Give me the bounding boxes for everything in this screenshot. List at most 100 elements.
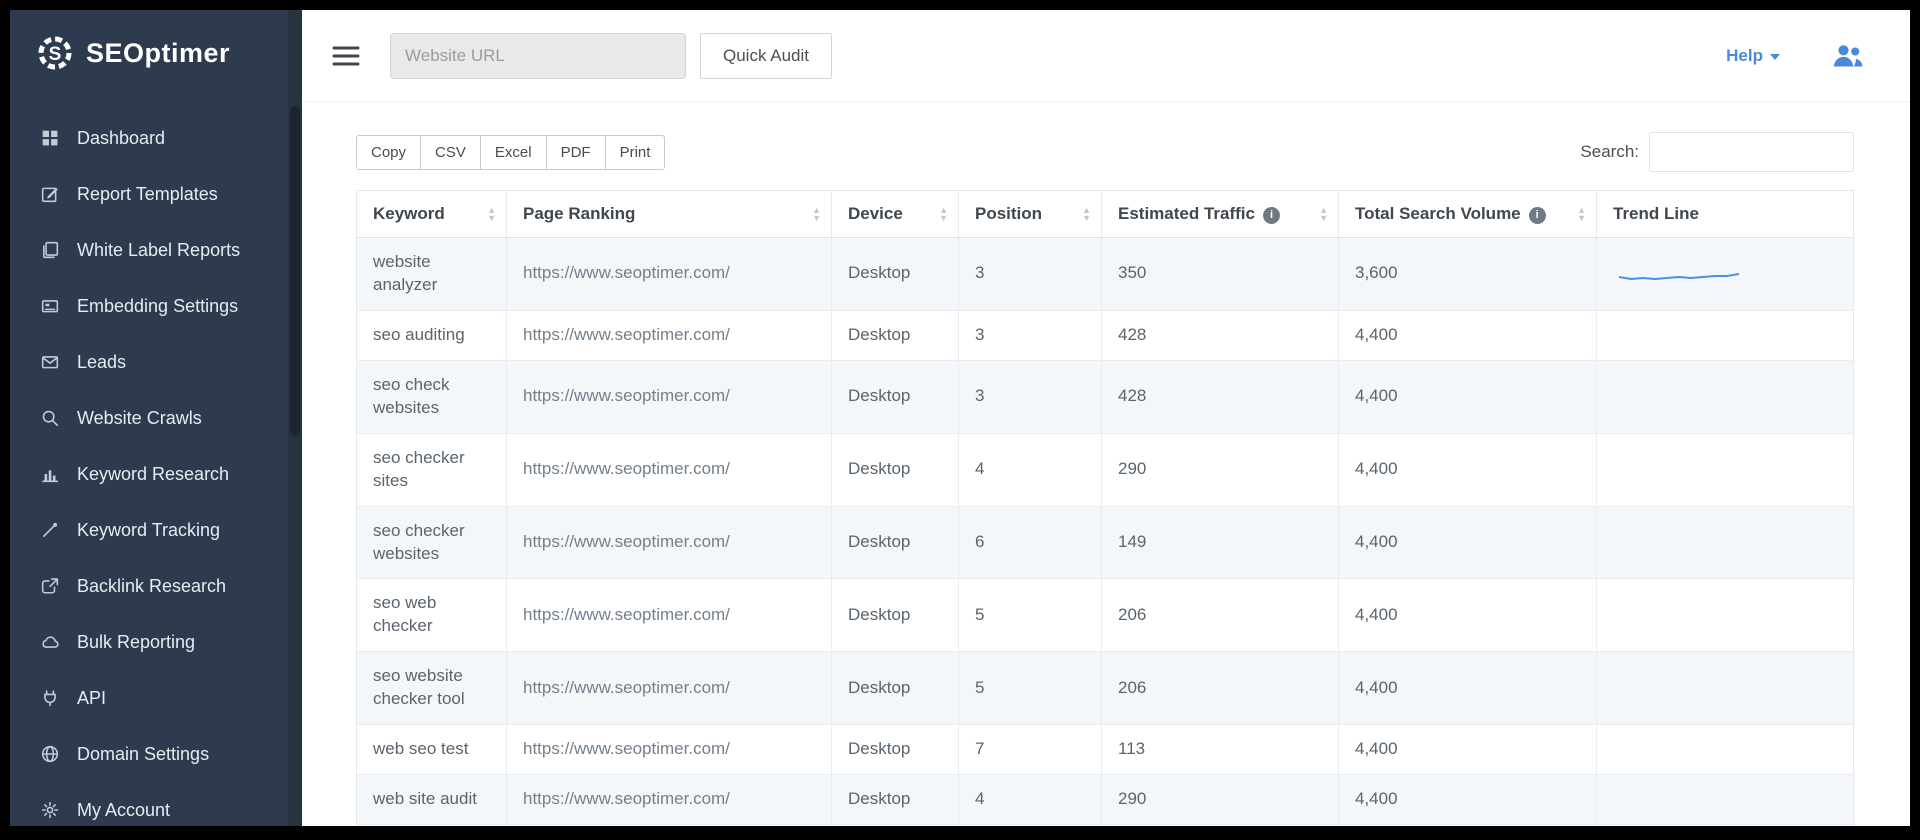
cell-position: 3 [959,238,1102,311]
cell-position: 5 [959,579,1102,652]
sidebar-item-white-label-reports[interactable]: White Label Reports [10,222,288,278]
sidebar-item-label: Domain Settings [77,744,209,765]
sidebar-item-label: My Account [77,800,170,821]
sidebar-item-website-crawls[interactable]: Website Crawls [10,390,288,446]
chevron-down-icon [1770,54,1780,60]
cell-trend-line [1597,310,1854,360]
cell-trend-line [1597,360,1854,433]
sidebar-item-domain-settings[interactable]: Domain Settings [10,726,288,782]
column-header-total-search-volume[interactable]: Total Search Volumei▲▼ [1339,191,1597,238]
sidebar-item-my-account[interactable]: My Account [10,782,288,826]
table-header-row: Keyword▲▼Page Ranking▲▼Device▲▼Position▲… [357,191,1854,238]
screen-frame: S SEOptimer Dashboard Report Templates Whi… [0,0,1920,840]
cell-total-search-volume: 4,400 [1339,775,1597,825]
sidebar-item-bulk-reporting[interactable]: Bulk Reporting [10,614,288,670]
table-row: web seo testhttps://www.seoptimer.com/De… [357,725,1854,775]
sidebar-item-report-templates[interactable]: Report Templates [10,166,288,222]
cell-device: Desktop [832,310,959,360]
cell-keyword: seo checker websites [357,506,507,579]
column-header-estimated-traffic[interactable]: Estimated Traffici▲▼ [1102,191,1339,238]
cell-keyword: website auditing [357,825,507,826]
column-header-trend-line: Trend Line [1597,191,1854,238]
sidebar-item-dashboard[interactable]: Dashboard [10,110,288,166]
sidebar-item-label: Keyword Research [77,464,229,485]
sidebar-item-label: Report Templates [77,184,218,205]
sidebar-item-embedding-settings[interactable]: Embedding Settings [10,278,288,334]
cell-estimated-traffic: 290 [1102,433,1339,506]
column-label: Page Ranking [523,204,635,223]
keyword-tracking-icon [40,521,60,539]
sort-icon[interactable]: ▲▼ [1319,206,1328,222]
cell-total-search-volume: 4,400 [1339,725,1597,775]
sidebar-item-label: Backlink Research [77,576,226,597]
cell-keyword: web site audit [357,775,507,825]
cell-page-ranking: https://www.seoptimer.com/ [507,433,832,506]
info-icon[interactable]: i [1529,207,1546,224]
sidebar-item-api[interactable]: API [10,670,288,726]
dashboard-icon [40,129,60,147]
cell-total-search-volume: 4,400 [1339,360,1597,433]
cell-device: Desktop [832,579,959,652]
app-logo[interactable]: S SEOptimer [10,10,288,96]
cell-estimated-traffic: 290 [1102,775,1339,825]
cell-device: Desktop [832,775,959,825]
cell-device: Desktop [832,825,959,826]
domain-settings-icon [40,745,60,763]
sidebar-item-label: API [77,688,106,709]
sort-icon[interactable]: ▲▼ [1577,206,1586,222]
cell-estimated-traffic: 113 [1102,725,1339,775]
sidebar-item-label: Website Crawls [77,408,202,429]
sidebar-scrollbar[interactable] [288,10,302,826]
pdf-export-button[interactable]: PDF [546,135,606,170]
copy-export-button[interactable]: Copy [356,135,421,170]
print-export-button[interactable]: Print [605,135,666,170]
table-row: seo checker siteshttps://www.seoptimer.c… [357,433,1854,506]
table-row: seo web checkerhttps://www.seoptimer.com… [357,579,1854,652]
sidebar-item-keyword-tracking[interactable]: Keyword Tracking [10,502,288,558]
sidebar-item-backlink-research[interactable]: Backlink Research [10,558,288,614]
report-templates-icon [40,185,60,203]
excel-export-button[interactable]: Excel [480,135,547,170]
cell-page-ranking: https://www.seoptimer.com/ [507,238,832,311]
column-header-keyword[interactable]: Keyword▲▼ [357,191,507,238]
table-row: website auditinghttps://www.seoptimer.co… [357,825,1854,826]
cell-position: 4 [959,775,1102,825]
white-label-reports-icon [40,241,60,259]
cell-trend-line [1597,775,1854,825]
hamburger-menu-icon[interactable] [332,44,360,68]
help-dropdown[interactable]: Help [1726,46,1780,66]
cell-device: Desktop [832,725,959,775]
table-row: seo website checker toolhttps://www.seop… [357,652,1854,725]
sort-icon[interactable]: ▲▼ [1082,206,1091,222]
seoptimer-gear-logo-icon: S [36,34,74,72]
sidebar: S SEOptimer Dashboard Report Templates Whi… [10,10,302,826]
csv-export-button[interactable]: CSV [420,135,481,170]
sort-icon[interactable]: ▲▼ [939,206,948,222]
cell-page-ranking: https://www.seoptimer.com/ [507,310,832,360]
info-icon[interactable]: i [1263,207,1280,224]
sidebar-nav: Dashboard Report Templates White Label Rep… [10,96,288,826]
cell-device: Desktop [832,652,959,725]
sidebar-scrollbar-thumb[interactable] [290,106,300,436]
quick-audit-button[interactable]: Quick Audit [700,33,832,79]
cell-trend-line [1597,506,1854,579]
sort-icon[interactable]: ▲▼ [487,206,496,222]
sidebar-item-keyword-research[interactable]: Keyword Research [10,446,288,502]
sidebar-item-leads[interactable]: Leads [10,334,288,390]
sort-icon[interactable]: ▲▼ [812,206,821,222]
website-url-input[interactable] [390,33,686,79]
column-header-device[interactable]: Device▲▼ [832,191,959,238]
column-label: Position [975,204,1042,223]
cell-page-ranking: https://www.seoptimer.com/ [507,825,832,826]
search-input[interactable] [1649,132,1854,172]
sidebar-item-label: Embedding Settings [77,296,238,317]
column-header-position[interactable]: Position ▲▼ [959,191,1102,238]
cell-trend-line [1597,725,1854,775]
column-header-page-ranking[interactable]: Page Ranking ▲▼ [507,191,832,238]
cell-position: 3 [959,360,1102,433]
user-account-icon[interactable] [1830,41,1866,71]
cell-device: Desktop [832,506,959,579]
table-row: seo check websiteshttps://www.seoptimer.… [357,360,1854,433]
cell-keyword: seo website checker tool [357,652,507,725]
sidebar-item-label: Dashboard [77,128,165,149]
